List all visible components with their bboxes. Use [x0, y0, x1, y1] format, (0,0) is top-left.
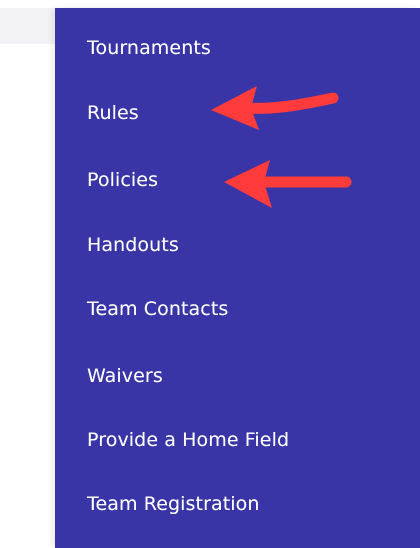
menu-item-tournaments[interactable]: Tournaments [87, 36, 211, 60]
menu-item-policies[interactable]: Policies [87, 168, 158, 192]
menu-item-waivers[interactable]: Waivers [87, 364, 163, 388]
arrow-rules-annotation [211, 86, 339, 130]
arrow-policies-annotation [224, 160, 352, 208]
menu-item-rules[interactable]: Rules [87, 101, 139, 125]
menu-item-team-contacts[interactable]: Team Contacts [87, 297, 228, 321]
header-strip [0, 8, 55, 44]
menu-item-handouts[interactable]: Handouts [87, 233, 179, 257]
page-background [0, 0, 55, 548]
menu-item-provide-home-field[interactable]: Provide a Home Field [87, 428, 289, 452]
menu-item-team-registration[interactable]: Team Registration [87, 492, 260, 516]
